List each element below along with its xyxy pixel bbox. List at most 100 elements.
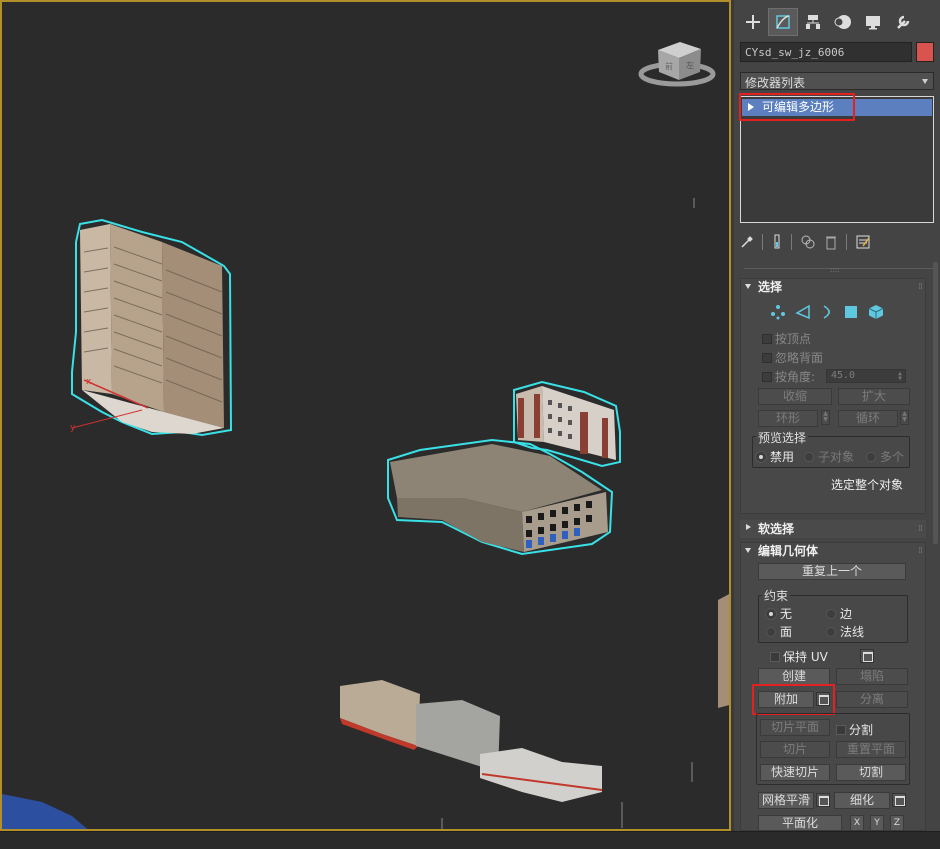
viewcube-left-label: 左: [686, 60, 694, 70]
slice-plane-button[interactable]: 切片平面: [760, 719, 830, 736]
ring-spinner-icon[interactable]: ▲ ▼: [821, 410, 830, 425]
whole-object-status: 选定整个对象: [831, 478, 904, 492]
spinner-arrows-icon[interactable]: ▲ ▼: [896, 371, 904, 382]
reset-plane-button[interactable]: 重置平面: [836, 741, 906, 758]
repeat-last-button[interactable]: 重复上一个: [758, 563, 906, 580]
create-tab[interactable]: [738, 8, 768, 36]
preserve-uv-checkbox[interactable]: 保持 UV: [770, 648, 828, 665]
by-vertex-checkbox[interactable]: 按顶点: [762, 330, 811, 347]
command-panel: 修改器列表 可编辑多边形 :::: 选择 ⁞⁞ 按顶点 忽略背面 按角度:: [734, 0, 940, 831]
hierarchy-tab[interactable]: [798, 8, 828, 36]
angle-spinner[interactable]: 45.0 ▲ ▼: [826, 369, 906, 383]
constraint-normal-label: 法线: [840, 625, 865, 639]
motion-icon: [834, 15, 851, 29]
make-planar-button[interactable]: 平面化: [758, 815, 842, 831]
preview-subobject-radio[interactable]: 子对象: [804, 448, 854, 465]
scene-canvas[interactable]: 前 左 x y: [2, 2, 731, 831]
grow-button[interactable]: 扩大: [838, 388, 910, 405]
collapse-triangle-icon: [745, 284, 751, 289]
by-angle-checkbox[interactable]: 按角度:: [762, 368, 815, 385]
meshsmooth-settings-icon[interactable]: [816, 793, 830, 807]
highlight-box-attach: [752, 684, 835, 715]
remove-modifier-icon[interactable]: [824, 234, 838, 250]
display-tab[interactable]: [858, 8, 888, 36]
selection-rollout-header[interactable]: 选择 ⁞⁞: [740, 278, 926, 296]
perspective-viewport[interactable]: 前 左 x y: [0, 0, 731, 831]
quickslice-button[interactable]: 快速切片: [760, 764, 830, 781]
axis-y-label: y: [70, 423, 76, 433]
cut-button[interactable]: 切割: [836, 764, 906, 781]
axis-x-label: x: [86, 377, 92, 387]
panel-scrollbar[interactable]: [933, 262, 938, 544]
edit-geometry-title: 编辑几何体: [758, 544, 819, 558]
selection-title: 选择: [758, 280, 783, 294]
preview-multi-label: 多个: [880, 450, 905, 464]
planar-x-button[interactable]: X: [850, 815, 864, 831]
vertex-icon[interactable]: [770, 304, 786, 320]
water-surface: [2, 794, 88, 829]
motion-tab[interactable]: [828, 8, 858, 36]
preview-off-radio[interactable]: 禁用: [756, 448, 794, 465]
toolbar-separator: [791, 234, 792, 250]
modify-tab[interactable]: [768, 8, 798, 36]
constraint-face-radio[interactable]: 面: [766, 623, 792, 640]
ignore-backfacing-checkbox[interactable]: 忽略背面: [762, 349, 823, 366]
edge-icon[interactable]: [795, 304, 811, 320]
shrink-button[interactable]: 收缩: [758, 388, 832, 405]
modifier-list-dropdown[interactable]: 修改器列表: [740, 72, 934, 90]
create-button[interactable]: 创建: [758, 668, 830, 685]
building-tower[interactable]: x y: [70, 218, 233, 437]
constraint-normal-radio[interactable]: 法线: [826, 623, 864, 640]
subobject-level-icons: [770, 303, 884, 321]
make-unique-icon[interactable]: [800, 234, 816, 250]
split-checkbox[interactable]: 分割: [836, 721, 873, 738]
split-label: 分割: [849, 723, 874, 737]
rollout-grip-icon: ⁞⁞: [918, 524, 923, 534]
toolbar-separator: [846, 234, 847, 250]
loop-spinner-icon[interactable]: ▲ ▼: [900, 410, 909, 425]
utilities-tab[interactable]: [888, 8, 918, 36]
building-school[interactable]: [387, 438, 614, 556]
by-vertex-label: 按顶点: [775, 332, 812, 346]
constraint-none-radio[interactable]: 无: [766, 605, 792, 622]
building-street-row: [340, 594, 729, 802]
expand-triangle-icon: [746, 524, 751, 530]
display-icon: [866, 16, 880, 30]
soft-selection-rollout-header[interactable]: 软选择 ⁞⁞: [740, 520, 926, 538]
preserve-uv-settings-icon[interactable]: [860, 649, 874, 663]
preview-selection-label: 预览选择: [756, 429, 809, 446]
rollout-grip-icon: ⁞⁞: [918, 546, 923, 556]
divider-grip-icon[interactable]: ::::: [830, 266, 844, 274]
loop-button[interactable]: 循环: [838, 410, 898, 427]
detach-button[interactable]: 分离: [836, 691, 908, 708]
configure-modifier-sets-icon[interactable]: [855, 234, 871, 250]
tessellate-button[interactable]: 细化: [834, 792, 890, 809]
collapse-button[interactable]: 塌陷: [836, 668, 908, 685]
polygon-icon[interactable]: [843, 304, 859, 320]
pin-stack-icon[interactable]: [740, 235, 754, 249]
toolbar-separator: [762, 234, 763, 250]
slice-button[interactable]: 切片: [760, 741, 830, 758]
meshsmooth-button[interactable]: 网格平滑: [758, 792, 814, 809]
planar-z-button[interactable]: Z: [890, 815, 904, 831]
planar-y-button[interactable]: Y: [870, 815, 884, 831]
object-name-field[interactable]: [740, 42, 912, 62]
preview-subobject-label: 子对象: [818, 450, 855, 464]
tessellate-settings-icon[interactable]: [892, 793, 906, 807]
status-strip: [0, 831, 940, 849]
preview-multi-radio[interactable]: 多个: [866, 448, 904, 465]
angle-value: 45.0: [831, 370, 856, 381]
edit-geometry-rollout-header[interactable]: 编辑几何体 ⁞⁞: [740, 542, 926, 560]
viewcube[interactable]: 前 左: [638, 42, 716, 87]
ignore-backfacing-label: 忽略背面: [775, 351, 824, 365]
ring-button[interactable]: 环形: [758, 410, 818, 427]
preserve-uv-label: 保持 UV: [783, 650, 828, 664]
soft-selection-title: 软选择: [758, 522, 795, 536]
stack-toolbar: [740, 232, 871, 252]
object-color-swatch[interactable]: [916, 42, 934, 62]
element-icon[interactable]: [868, 304, 884, 320]
viewcube-front-label: 前: [665, 61, 673, 71]
border-icon[interactable]: [820, 304, 834, 320]
show-end-result-icon[interactable]: [771, 234, 783, 250]
constraint-edge-radio[interactable]: 边: [826, 605, 852, 622]
